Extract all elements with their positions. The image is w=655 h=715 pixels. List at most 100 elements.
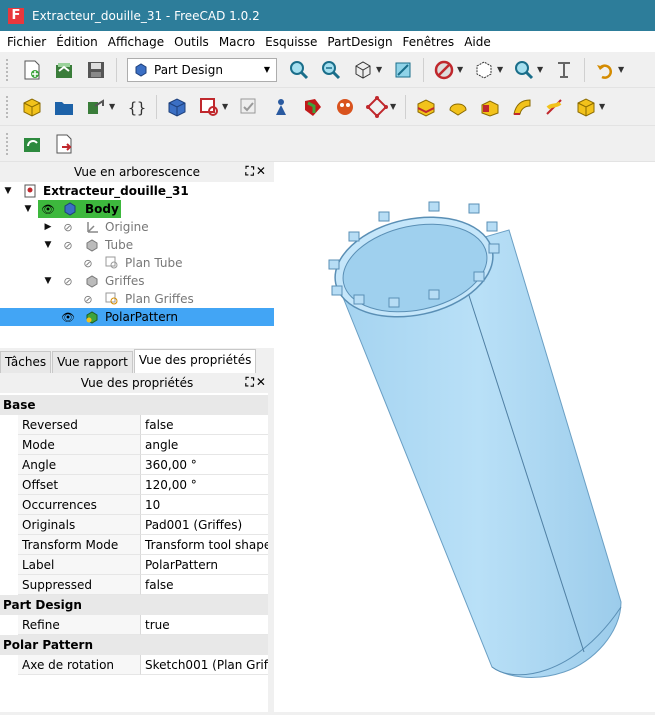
view-cube-icon[interactable] — [351, 58, 375, 82]
save-icon[interactable] — [84, 58, 108, 82]
chevron-down-icon[interactable]: ▼ — [390, 102, 398, 111]
property-row[interactable]: Originals Pad001 (Griffes) — [0, 515, 268, 535]
link-icon[interactable] — [84, 95, 108, 119]
chevron-down-icon[interactable]: ▼ — [222, 102, 230, 111]
chevron-down-icon: ▼ — [263, 65, 270, 74]
tree-item-tube[interactable]: ▼ ⊘ Tube — [0, 236, 274, 254]
new-document-icon[interactable] — [20, 58, 44, 82]
property-row[interactable]: Reversed false — [0, 415, 268, 435]
property-row[interactable]: Offset 120,00 ° — [0, 475, 268, 495]
revolution-icon[interactable] — [446, 95, 470, 119]
toolbar-grip[interactable] — [6, 132, 10, 155]
menu-macro[interactable]: Macro — [214, 35, 260, 49]
fit-selection-icon[interactable] — [319, 58, 343, 82]
undo-icon[interactable] — [593, 58, 617, 82]
property-row[interactable]: Mode angle — [0, 435, 268, 455]
expand-arrow-icon[interactable]: ▶ — [43, 222, 53, 232]
property-row[interactable]: Occurrences 10 — [0, 495, 268, 515]
measure-icon[interactable] — [391, 58, 415, 82]
tree-item-plan-tube[interactable]: ⊘ Plan Tube — [0, 254, 274, 272]
workbench-selector[interactable]: Part Design ▼ — [127, 57, 277, 82]
fit-all-icon[interactable] — [287, 58, 311, 82]
loft-icon[interactable] — [478, 95, 502, 119]
property-row[interactable]: Label PolarPattern — [0, 555, 268, 575]
create-sketch-icon[interactable] — [197, 95, 221, 119]
eye-icon[interactable]: 👁 — [41, 203, 55, 216]
chevron-down-icon[interactable]: ▼ — [599, 102, 607, 111]
tree-item-document[interactable]: ▼ Extracteur_douille_31 — [0, 182, 274, 200]
tree-item-griffes[interactable]: ▼ ⊘ Griffes — [0, 272, 274, 290]
menu-fichier[interactable]: Fichier — [0, 35, 51, 49]
panel-float-close-icon[interactable]: ⛶✕ — [246, 164, 268, 179]
helix-icon[interactable] — [542, 95, 566, 119]
chevron-down-icon[interactable]: ▼ — [537, 65, 545, 74]
menu-partdesign[interactable]: PartDesign — [322, 35, 397, 49]
draw-style-icon[interactable] — [432, 58, 456, 82]
property-group-base[interactable]: Base — [0, 395, 268, 415]
collapse-arrow-icon[interactable]: ▼ — [43, 240, 53, 250]
property-row[interactable]: Suppressed false — [0, 575, 268, 595]
chevron-down-icon[interactable]: ▼ — [109, 102, 117, 111]
pad-icon[interactable] — [414, 95, 438, 119]
property-row[interactable]: Refine true — [0, 615, 268, 635]
zoom-icon[interactable] — [512, 58, 536, 82]
tree-panel-header: Vue en arborescence ⛶✕ — [0, 162, 274, 182]
menu-affichage[interactable]: Affichage — [103, 35, 169, 49]
variable-set-icon[interactable]: {} — [124, 95, 148, 119]
tree-item-origine[interactable]: ▶ ⊘ Origine — [0, 218, 274, 236]
collapse-arrow-icon[interactable]: ▼ — [43, 276, 53, 286]
tree-item-plan-griffes[interactable]: ⊘ Plan Griffes — [0, 290, 274, 308]
chevron-down-icon[interactable]: ▼ — [457, 65, 465, 74]
eye-hidden-icon[interactable]: ⊘ — [81, 293, 95, 306]
menu-esquisse[interactable]: Esquisse — [260, 35, 322, 49]
menu-edition[interactable]: Édition — [51, 35, 103, 49]
eye-hidden-icon[interactable]: ⊘ — [61, 221, 75, 234]
validate-sketch-icon[interactable] — [237, 95, 261, 119]
property-group-part-design[interactable]: Part Design — [0, 595, 268, 615]
export-icon[interactable] — [52, 132, 76, 156]
eye-hidden-icon[interactable]: ⊘ — [61, 275, 75, 288]
tree-item-label: Plan Tube — [125, 256, 183, 270]
property-row[interactable]: Angle 360,00 ° — [0, 455, 268, 475]
eye-hidden-icon[interactable]: ⊘ — [81, 257, 95, 270]
create-body-icon[interactable] — [165, 95, 189, 119]
3d-view[interactable] — [274, 162, 655, 712]
create-part-icon[interactable] — [20, 95, 44, 119]
chevron-down-icon[interactable]: ▼ — [618, 65, 626, 74]
tab-vue-rapport[interactable]: Vue rapport — [52, 351, 133, 373]
chevron-down-icon[interactable]: ▼ — [497, 65, 505, 74]
bounding-box-icon[interactable] — [472, 58, 496, 82]
chevron-down-icon[interactable]: ▼ — [376, 65, 384, 74]
collapse-arrow-icon[interactable]: ▼ — [23, 204, 33, 214]
menu-aide[interactable]: Aide — [459, 35, 496, 49]
menu-fenetres[interactable]: Fenêtres — [398, 35, 460, 49]
origin-icon — [87, 222, 98, 233]
subshape-binder-icon[interactable] — [301, 95, 325, 119]
tab-taches[interactable]: Tâches — [0, 351, 52, 373]
tab-vue-proprietes[interactable]: Vue des propriétés — [133, 349, 257, 373]
collapse-arrow-icon[interactable]: ▼ — [3, 186, 13, 196]
tools-icon[interactable] — [552, 58, 576, 82]
property-group-polar-pattern[interactable]: Polar Pattern — [0, 635, 268, 655]
property-row[interactable]: Axe de rotationSketch001 (Plan Griff... — [0, 655, 268, 675]
panel-float-close-icon[interactable]: ⛶✕ — [246, 375, 268, 390]
menu-outils[interactable]: Outils — [169, 35, 214, 49]
toolbar-grip[interactable] — [6, 95, 10, 118]
additive-box-icon[interactable] — [574, 95, 598, 119]
clone-icon[interactable] — [333, 95, 357, 119]
tree-item-body[interactable]: ▼ 👁 Body — [0, 200, 274, 218]
create-group-icon[interactable] — [52, 95, 76, 119]
datum-plane-icon[interactable] — [365, 95, 389, 119]
open-document-icon[interactable] — [52, 58, 76, 82]
toolbar-grip[interactable] — [6, 58, 10, 81]
eye-icon[interactable]: 👁 — [61, 311, 75, 324]
shape-binder-icon[interactable] — [269, 95, 293, 119]
cylinder-model[interactable] — [274, 162, 655, 712]
pipe-icon[interactable] — [510, 95, 534, 119]
eye-hidden-icon[interactable]: ⊘ — [61, 239, 75, 252]
tree-item-label: Griffes — [105, 274, 145, 288]
macro-run-icon[interactable] — [20, 132, 44, 156]
props-panel-title: Vue des propriétés — [80, 376, 194, 390]
tree-item-polarpattern[interactable]: 👁 PolarPattern — [0, 308, 274, 326]
property-row[interactable]: Transform Mode Transform tool shapes — [0, 535, 268, 555]
